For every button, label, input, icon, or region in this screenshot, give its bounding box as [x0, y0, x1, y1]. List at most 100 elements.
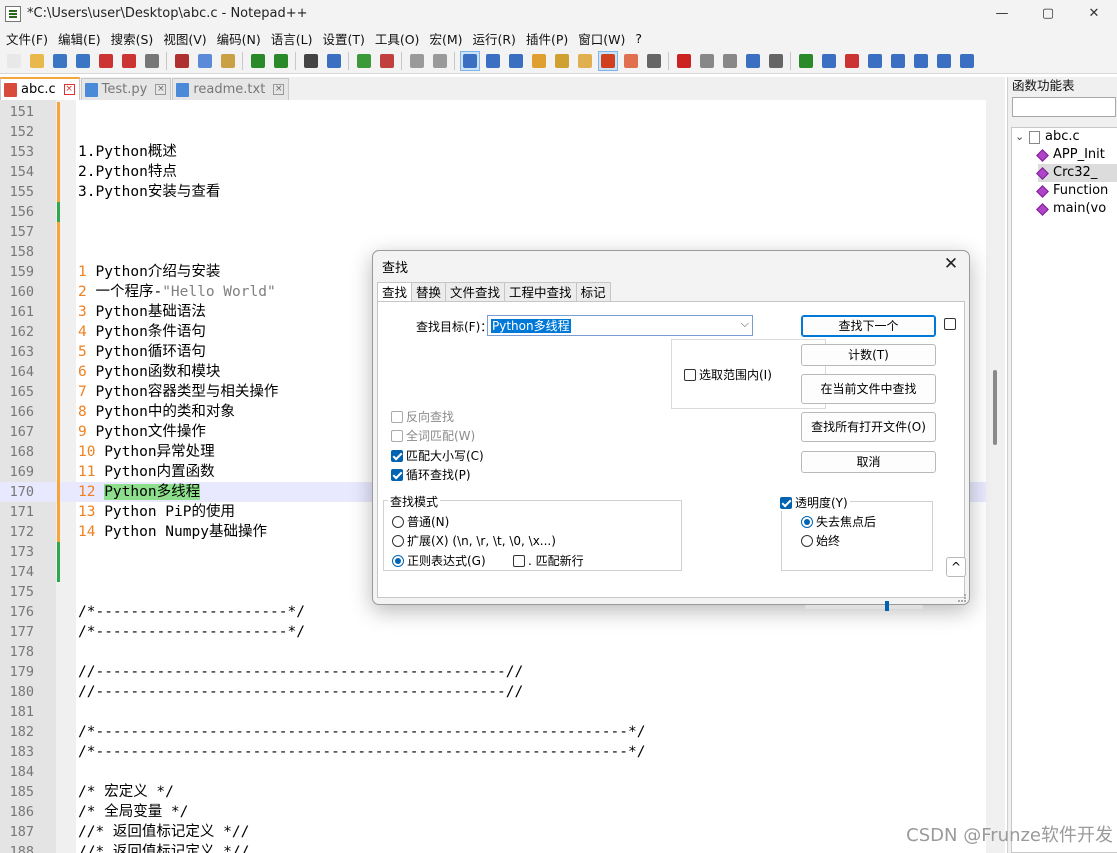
transparency-checkbox[interactable]: 透明度(Y)	[780, 494, 850, 511]
table-button[interactable]	[819, 51, 839, 71]
scrollbar-thumb[interactable]	[993, 370, 997, 445]
search-mode-extended-radio[interactable]: 扩展(X) (\n, \r, \t, \0, \x...)	[392, 532, 556, 549]
code-line[interactable]: 181	[0, 702, 992, 722]
find-in-current-file-button[interactable]: 在当前文件中查找	[801, 374, 936, 404]
checkbox-box[interactable]	[513, 554, 525, 567]
dot-matches-newline-checkbox[interactable]: . 匹配新行	[513, 552, 584, 569]
code-line[interactable]: 187 //* 返回值标记定义 *//	[0, 822, 992, 842]
checkbox-box[interactable]	[391, 468, 403, 481]
show-all-chars-button[interactable]	[483, 51, 503, 71]
code-line[interactable]: 178	[0, 642, 992, 662]
dialog-tab-4[interactable]: 标记	[575, 282, 611, 301]
paste-button[interactable]	[218, 51, 238, 71]
code-line[interactable]: 183 /*-----------------------------------…	[0, 742, 992, 762]
expand-button[interactable]	[934, 51, 954, 71]
tab-0[interactable]: abc.c ×	[0, 77, 80, 100]
run-macro-multiple-button[interactable]	[743, 51, 763, 71]
code-line[interactable]: 154 2.Python特点	[0, 162, 992, 182]
radio-dot[interactable]	[801, 515, 813, 528]
find-next-button[interactable]: 查找下一个	[801, 315, 936, 337]
zoom-in-button[interactable]	[354, 51, 374, 71]
zoom-out-button[interactable]	[377, 51, 397, 71]
menu-item-7[interactable]: 工具(O)	[372, 29, 427, 48]
code-line[interactable]: 184	[0, 762, 992, 782]
sync-horizontal-button[interactable]	[430, 51, 450, 71]
print-button[interactable]	[142, 51, 162, 71]
vertical-scrollbar[interactable]	[986, 100, 1005, 853]
arrow-down-button[interactable]	[911, 51, 931, 71]
menu-item-1[interactable]: 编辑(E)	[55, 29, 108, 48]
table-red-button[interactable]	[842, 51, 862, 71]
checkbox-box[interactable]	[780, 496, 792, 509]
dialog-tab-2[interactable]: 文件查找	[445, 282, 506, 301]
menu-item-0[interactable]: 文件(F)	[3, 29, 55, 48]
backward-checkbox[interactable]: 反向查找	[391, 408, 454, 425]
menu-item-10[interactable]: 插件(P)	[523, 29, 575, 48]
function-tree-item[interactable]: Function	[1036, 182, 1117, 200]
cancel-button[interactable]: 取消	[801, 451, 936, 473]
copy-button[interactable]	[195, 51, 215, 71]
menu-item-8[interactable]: 宏(M)	[426, 29, 469, 48]
function-list-search-input[interactable]	[1012, 97, 1116, 117]
radio-dot[interactable]	[392, 534, 404, 547]
menu-item-12[interactable]: ?	[632, 31, 649, 46]
transparency-always-radio[interactable]: 始终	[801, 532, 840, 549]
play-macro-button[interactable]	[720, 51, 740, 71]
code-line[interactable]: 186 /* 全局变量 */	[0, 802, 992, 822]
radio-dot[interactable]	[801, 534, 813, 547]
code-line[interactable]: 152	[0, 122, 992, 142]
radio-dot[interactable]	[392, 515, 404, 528]
doc-map-button[interactable]	[552, 51, 572, 71]
indent-guide-button[interactable]	[506, 51, 526, 71]
count-button[interactable]: 计数(T)	[801, 344, 936, 366]
function-list-button[interactable]	[597, 51, 618, 71]
tab-2[interactable]: readme.txt ×	[172, 78, 290, 100]
code-line[interactable]: 185 /* 宏定义 */	[0, 782, 992, 802]
function-tree-item[interactable]: main(vo	[1036, 200, 1117, 218]
close-tab-icon[interactable]: ×	[155, 84, 167, 95]
find-all-open-files-button[interactable]: 查找所有打开文件(O)	[801, 412, 936, 442]
monitoring-button[interactable]	[644, 51, 664, 71]
undo-button[interactable]	[248, 51, 268, 71]
transparency-slider[interactable]	[805, 601, 923, 611]
menu-item-6[interactable]: 设置(T)	[319, 29, 371, 48]
grid-button[interactable]	[957, 51, 977, 71]
checkbox-box[interactable]	[391, 429, 403, 442]
code-line[interactable]: 155 3.Python安装与查看	[0, 182, 992, 202]
code-line[interactable]: 177 /*----------------------*/	[0, 622, 992, 642]
find-button[interactable]	[301, 51, 321, 71]
dialog-tab-3[interactable]: 工程中查找	[504, 282, 577, 301]
code-line[interactable]: 153 1.Python概述	[0, 142, 992, 162]
udl-button[interactable]	[529, 51, 549, 71]
checkbox-box[interactable]	[391, 449, 403, 462]
chevron-down-icon[interactable]: ⌄	[1015, 128, 1029, 146]
doc-list-button[interactable]	[575, 51, 595, 71]
checkbox-box[interactable]	[684, 368, 696, 381]
arrow-up-button[interactable]	[888, 51, 908, 71]
save-button[interactable]	[50, 51, 70, 71]
transparency-lose-focus-radio[interactable]: 失去焦点后	[801, 513, 876, 530]
radio-dot[interactable]	[392, 554, 404, 567]
menu-item-2[interactable]: 搜索(S)	[108, 29, 161, 48]
close-tab-icon[interactable]: ×	[273, 84, 285, 95]
function-tree-item[interactable]: APP_Init	[1036, 146, 1117, 164]
in-selection-checkbox[interactable]: 选取范围内(I)	[684, 366, 772, 383]
match-case-checkbox[interactable]: 匹配大小写(C)	[391, 447, 484, 464]
minimize-button[interactable]: —	[979, 0, 1025, 27]
collapse-dialog-button[interactable]: ^	[946, 557, 966, 577]
save-all-button[interactable]	[73, 51, 93, 71]
new-file-button[interactable]	[4, 51, 24, 71]
checkbox-box[interactable]	[391, 410, 403, 423]
dialog-close-button[interactable]: ✕	[941, 254, 961, 274]
resize-grip-icon[interactable]	[958, 594, 966, 602]
close-window-button[interactable]: ✕	[1071, 0, 1117, 27]
save-macro-button[interactable]	[766, 51, 786, 71]
collapse-button[interactable]	[865, 51, 885, 71]
close-tab-icon[interactable]: ×	[63, 84, 75, 95]
tab-1[interactable]: Test.py ×	[80, 78, 172, 100]
redo-button[interactable]	[271, 51, 291, 71]
record-macro-button[interactable]	[674, 51, 694, 71]
menu-item-4[interactable]: 编码(N)	[214, 29, 268, 48]
chevron-down-icon[interactable]: ⌵	[741, 317, 749, 331]
close-button[interactable]	[96, 51, 116, 71]
